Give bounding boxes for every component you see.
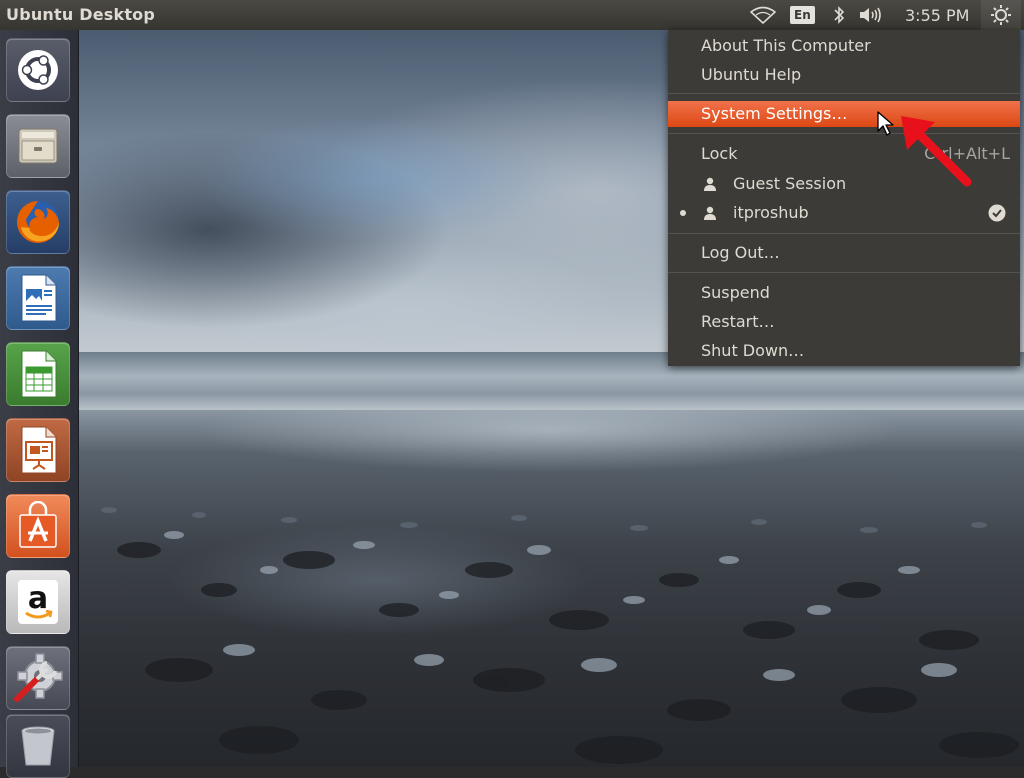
clock[interactable]: 3:55 PM [905, 0, 969, 30]
active-window-title: Ubuntu Desktop [6, 5, 156, 24]
launcher-libreoffice-writer[interactable] [6, 266, 70, 330]
menu-item-log-out-label: Log Out… [701, 243, 780, 262]
writer-doc-icon [21, 274, 57, 322]
menu-item-user[interactable]: itproshub [668, 200, 1020, 226]
sound-icon [860, 7, 881, 23]
keyboard-layout-indicator[interactable]: En [790, 0, 815, 30]
launcher-amazon[interactable]: a [6, 570, 70, 634]
launcher-libreoffice-calc[interactable] [6, 342, 70, 406]
system-menu: About This Computer Ubuntu Help System S… [668, 30, 1020, 366]
launcher-ubuntu-software-center[interactable] [6, 494, 70, 558]
keyboard-layout-label: En [790, 6, 815, 24]
menu-separator [668, 93, 1020, 94]
menu-item-guest-session-label: Guest Session [733, 174, 847, 193]
menu-separator [668, 233, 1020, 234]
menu-item-shut-down[interactable]: Shut Down… [668, 338, 1020, 364]
annotation-arrow-icon [901, 116, 972, 187]
session-menu-button[interactable] [981, 0, 1021, 30]
checkmark-icon [988, 204, 1006, 222]
menu-item-suspend[interactable]: Suspend [668, 280, 1020, 306]
launcher-trash[interactable] [6, 714, 70, 778]
menu-item-about[interactable]: About This Computer [668, 33, 1020, 59]
menu-item-user-label: itproshub [733, 203, 809, 222]
wifi-icon [750, 6, 776, 24]
menu-item-restart-label: Restart… [701, 312, 775, 331]
menu-item-suspend-label: Suspend [701, 283, 770, 302]
menu-item-lock-label: Lock [701, 144, 738, 163]
gear-icon [991, 5, 1011, 25]
launcher-firefox[interactable] [6, 190, 70, 254]
bluetooth-indicator[interactable] [833, 0, 845, 30]
menu-item-about-label: About This Computer [701, 36, 871, 55]
launcher-libreoffice-impress[interactable] [6, 418, 70, 482]
svg-text:a: a [28, 581, 48, 616]
bluetooth-icon [834, 6, 845, 24]
calc-sheet-icon [21, 350, 57, 398]
sound-indicator[interactable] [858, 0, 888, 30]
launcher-dash-home[interactable] [6, 38, 70, 102]
file-cabinet-icon [18, 128, 58, 164]
person-icon [704, 177, 716, 191]
person-icon [704, 206, 716, 220]
mouse-pointer-icon [877, 111, 894, 136]
wifi-indicator[interactable] [750, 0, 776, 30]
active-user-dot [680, 210, 686, 216]
top-panel: Ubuntu Desktop En 3:55 PM [0, 0, 1024, 30]
launcher-system-settings[interactable] [6, 646, 70, 710]
menu-item-shut-down-label: Shut Down… [701, 341, 805, 360]
firefox-icon [17, 201, 59, 243]
settings-tools-icon [14, 653, 63, 702]
menu-item-help[interactable]: Ubuntu Help [668, 62, 1020, 88]
menu-item-system-settings-label: System Settings… [701, 104, 848, 123]
launcher-files[interactable] [6, 114, 70, 178]
menu-item-log-out[interactable]: Log Out… [668, 240, 1020, 266]
amazon-icon: a [18, 580, 58, 624]
wallpaper-pebbles [101, 507, 1019, 764]
ubuntu-logo-icon [18, 50, 58, 90]
shopping-bag-icon [19, 501, 57, 548]
trash-icon [21, 726, 55, 766]
menu-item-restart[interactable]: Restart… [668, 309, 1020, 335]
launcher: a [0, 30, 79, 778]
menu-item-help-label: Ubuntu Help [701, 65, 802, 84]
menu-separator [668, 272, 1020, 273]
impress-slide-icon [21, 426, 57, 474]
